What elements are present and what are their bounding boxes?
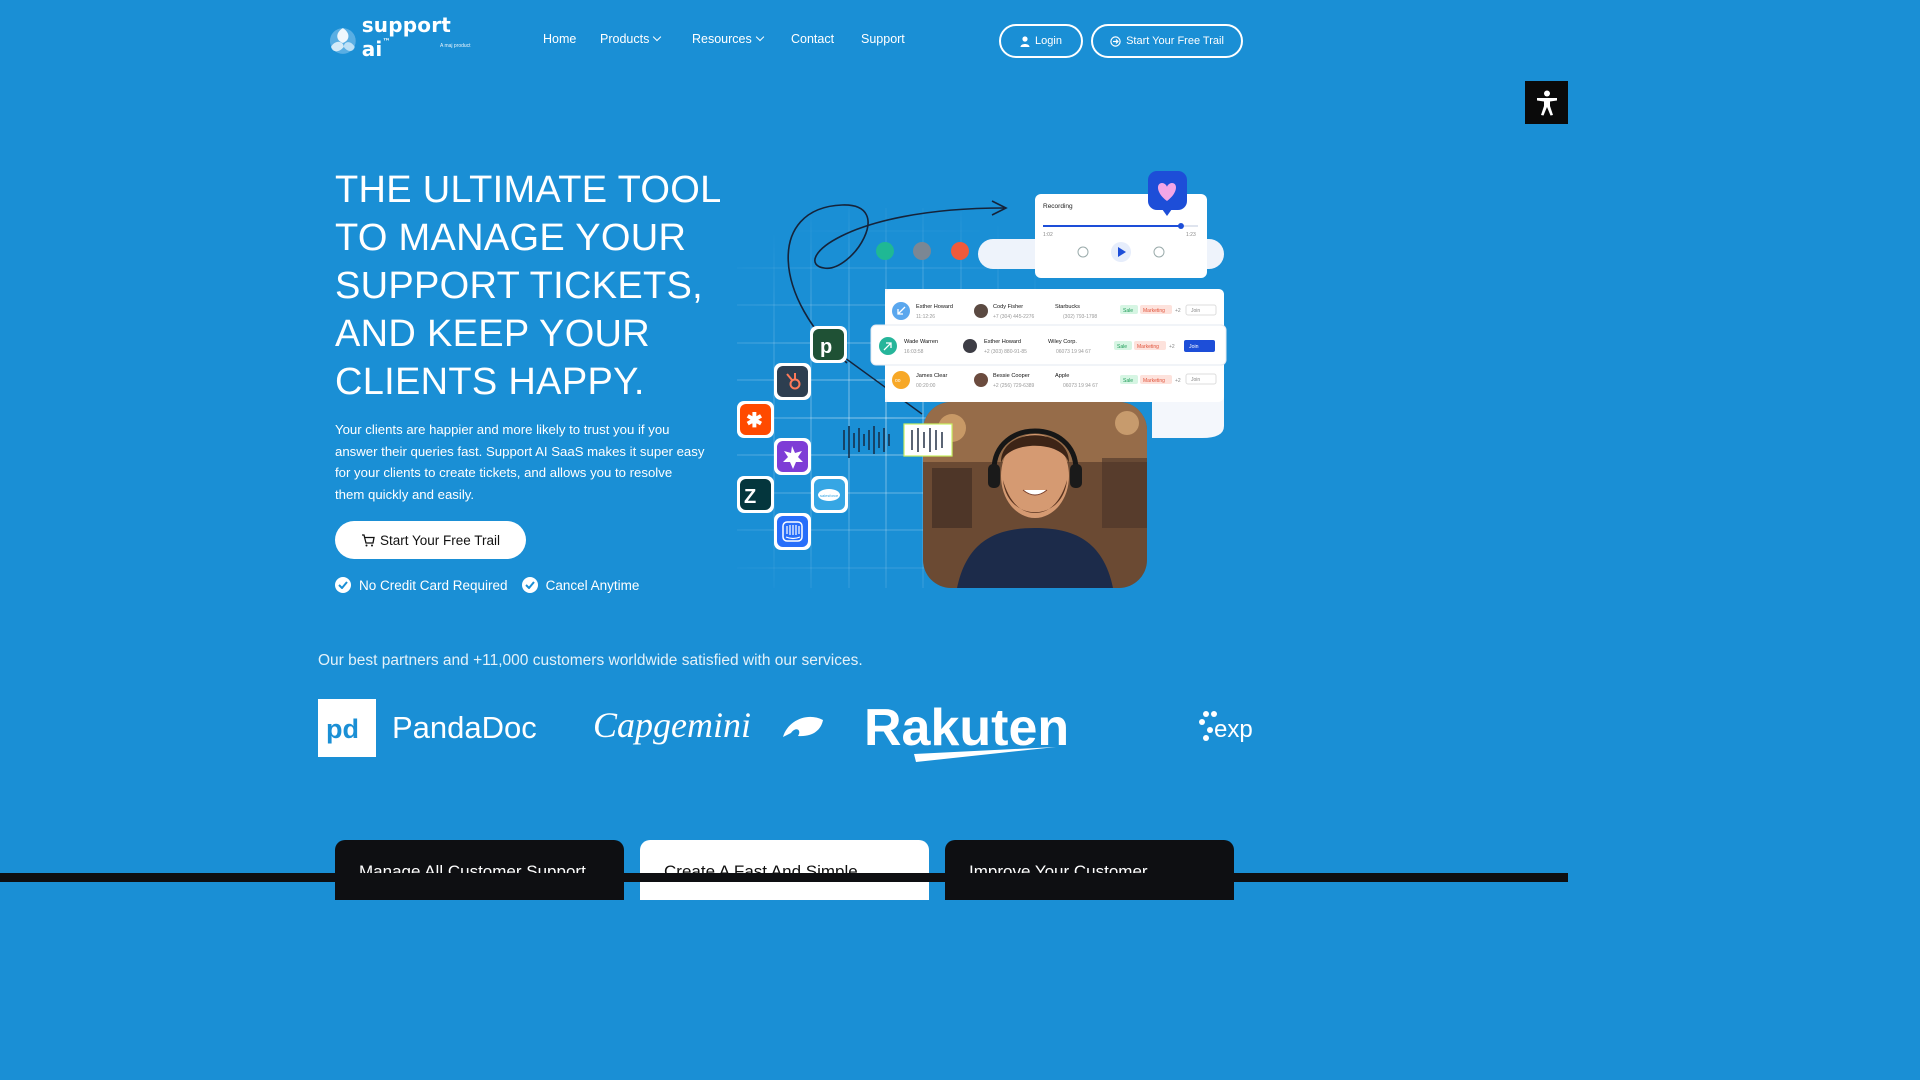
svg-text:+7 (304) 445-2276: +7 (304) 445-2276 (993, 314, 1035, 320)
check-item: Cancel Anytime (521, 577, 639, 593)
svg-text:Bessie Cooper: Bessie Cooper (993, 373, 1030, 379)
svg-text:Sale: Sale (1117, 344, 1127, 350)
pandadoc-logo: pd PandaDoc (318, 699, 537, 757)
salesforce-icon: salesforce (811, 476, 848, 513)
svg-text:Marketing: Marketing (1143, 378, 1165, 384)
svg-text:oo: oo (895, 378, 901, 384)
nav-support[interactable]: Support (861, 32, 905, 46)
chevron-down-icon (653, 32, 662, 42)
partners-text: Our best partners and +11,000 customers … (318, 652, 863, 669)
svg-text:Cody Fisher: Cody Fisher (993, 304, 1023, 310)
svg-text:exp: exp (1214, 716, 1253, 743)
svg-text:PandaDoc: PandaDoc (392, 710, 537, 745)
login-button[interactable]: Login (999, 24, 1083, 58)
svg-text:(302) 793-1798: (302) 793-1798 (1063, 314, 1097, 320)
hubspot-icon (774, 363, 811, 400)
svg-text:Join: Join (1191, 308, 1200, 314)
svg-text:Apple: Apple (1055, 373, 1069, 379)
svg-text:Join: Join (1191, 377, 1200, 383)
svg-text:✱: ✱ (746, 410, 763, 432)
hero-illustration: Recording 1:02 1:23 Esther Howard 11:12:… (737, 171, 1227, 588)
brand-tagline: A maj product (440, 43, 471, 49)
svg-text:Starbucks: Starbucks (1055, 304, 1080, 310)
feature-card-support[interactable]: Manage All Customer Support (335, 840, 624, 900)
nav-products[interactable]: Products (600, 32, 692, 46)
cart-icon (361, 533, 375, 546)
svg-text:+2: +2 (1175, 378, 1181, 384)
zapier-icon: ✱ (737, 401, 774, 438)
svg-text:Marketing: Marketing (1137, 344, 1159, 350)
svg-text:16:03:58: 16:03:58 (904, 349, 924, 355)
logo-mark-icon (329, 28, 356, 54)
svg-text:salesforce: salesforce (820, 493, 839, 498)
nav-home[interactable]: Home (543, 32, 600, 46)
svg-text:Marketing: Marketing (1143, 308, 1165, 314)
hero-checks: No Credit Card Required Cancel Anytime (335, 577, 639, 593)
svg-text:+2 (303) 880-91-85: +2 (303) 880-91-85 (984, 349, 1027, 355)
check-icon (335, 577, 351, 593)
waveform-selection (903, 423, 953, 457)
svg-text:Esther Howard: Esther Howard (984, 339, 1021, 345)
svg-text:+2: +2 (1175, 308, 1181, 314)
hero-description: Your clients are happier and more likely… (335, 422, 705, 502)
start-trial-button[interactable]: Start Your Free Trail (335, 521, 526, 559)
svg-text:06073 19 94 67: 06073 19 94 67 (1056, 349, 1091, 355)
feature-card-create[interactable]: Create A Fast And Simple (640, 840, 929, 900)
section-divider (0, 873, 1568, 882)
nav-resources[interactable]: Resources (692, 32, 791, 46)
svg-text:00:20:00: 00:20:00 (916, 383, 936, 389)
svg-text:Sale: Sale (1123, 378, 1133, 384)
recording-progress-knob (1177, 223, 1184, 229)
rakuten-logo: Rakuten (864, 699, 1069, 762)
accessibility-button[interactable] (1525, 81, 1568, 124)
status-dot-icon (876, 242, 894, 260)
svg-text:pd: pd (326, 714, 359, 744)
svg-text:11:12:26: 11:12:26 (916, 314, 935, 320)
accessibility-icon (1536, 90, 1557, 115)
status-dot-icon (913, 242, 931, 260)
check-icon (521, 577, 538, 593)
svg-text:Capgemini: Capgemini (593, 705, 751, 745)
svg-text:Sale: Sale (1123, 308, 1133, 314)
capgemini-logo: Capgemini (593, 705, 823, 745)
main-nav: Home Products Resources Contact Support (543, 32, 905, 46)
intercom-icon (774, 513, 811, 550)
recording-elapsed: 1:02 (1043, 232, 1053, 238)
chevron-down-icon (755, 32, 764, 42)
hero-title: THE ULTIMATE TOOL TO MANAGE YOUR SUPPORT… (335, 169, 721, 403)
recording-title: Recording (1043, 203, 1073, 210)
svg-text:+2: +2 (1169, 344, 1175, 350)
zendesk-icon: Z (737, 476, 774, 513)
recording-total: 1:23 (1186, 232, 1196, 238)
brand-name: support ai™ (361, 13, 452, 61)
brand-logo[interactable]: support ai™ A maj product (326, 13, 486, 61)
svg-text:Wiley Corp.: Wiley Corp. (1048, 339, 1077, 345)
nav-contact[interactable]: Contact (791, 32, 861, 46)
svg-text:06073 19 94 67: 06073 19 94 67 (1063, 383, 1098, 389)
svg-text:Join: Join (1189, 344, 1199, 350)
svg-text:Wade Warren: Wade Warren (904, 339, 938, 345)
svg-text:James Clear: James Clear (916, 373, 948, 379)
status-dot-icon (951, 242, 969, 260)
svg-text:+2 (256) 729-6389: +2 (256) 729-6389 (993, 383, 1035, 389)
exp-logo: exp (1199, 711, 1253, 743)
svg-text:p: p (820, 336, 832, 358)
agent-photo (923, 402, 1147, 588)
svg-text:Esther Howard: Esther Howard (916, 304, 953, 310)
start-trial-header-button[interactable]: Start Your Free Trail (1091, 24, 1243, 58)
check-item: No Credit Card Required (335, 577, 508, 593)
user-icon (1020, 35, 1030, 47)
partner-logos: pd PandaDoc Capgemini Rakuten exp (318, 699, 1253, 762)
waveform (843, 426, 890, 458)
feature-card-improve[interactable]: Improve Your Customer (945, 840, 1234, 900)
sparkle-icon (774, 438, 811, 475)
arrow-circle-icon (1110, 35, 1121, 47)
svg-text:Z: Z (744, 486, 756, 508)
pipedrive-icon: p (810, 326, 847, 363)
